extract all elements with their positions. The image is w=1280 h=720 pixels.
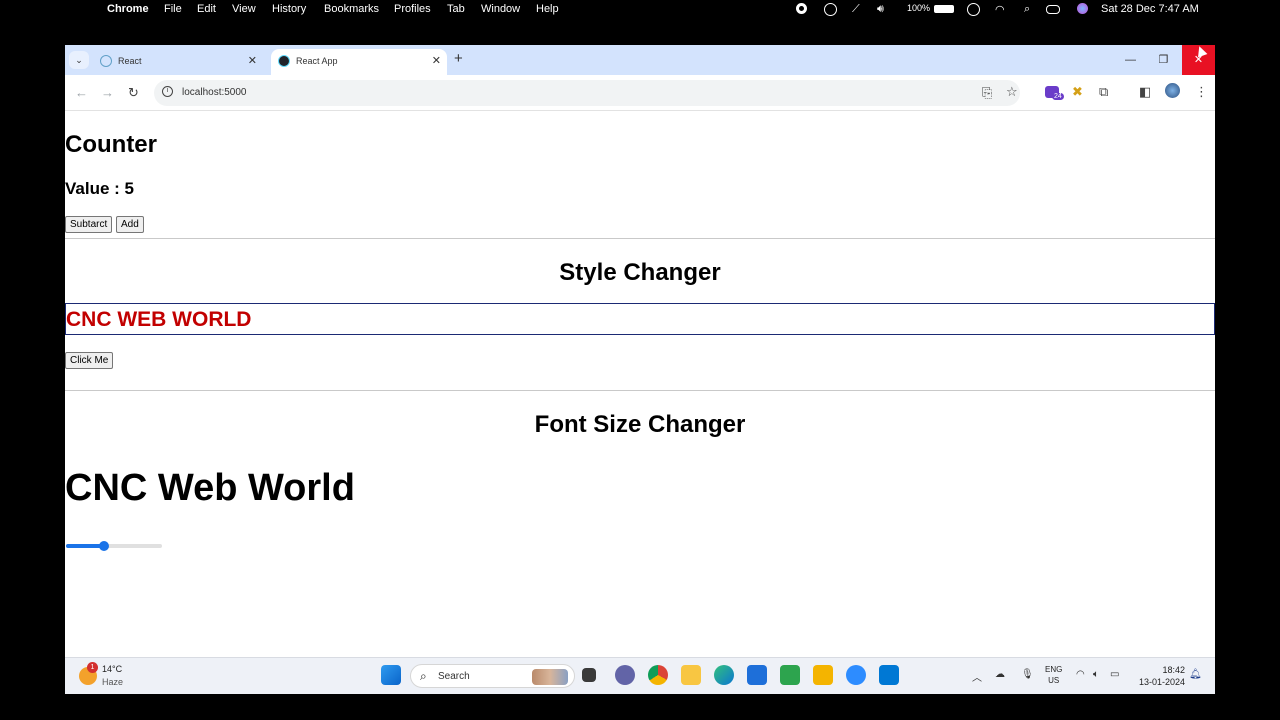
more-menu-icon[interactable]: ⋮ [1195, 84, 1208, 100]
reload-icon[interactable]: ↻ [128, 85, 139, 101]
info-status-icon[interactable] [824, 3, 837, 16]
address-bar[interactable]: i localhost:5000 ⎘ ☆ [154, 80, 1020, 106]
extensions-puzzle-icon[interactable]: ⧉ [1099, 84, 1108, 100]
siri-icon[interactable] [1077, 3, 1088, 14]
browser-toolbar: ← → ↻ i localhost:5000 ⎘ ☆ 24 ✖ ⧉ ◧ ⋮ [65, 75, 1215, 111]
section-divider [65, 238, 1215, 239]
menu-view[interactable]: View [232, 3, 256, 15]
menu-profiles[interactable]: Profiles [394, 3, 431, 15]
weather-badge: 1 [87, 662, 98, 673]
counter-value: Value : 5 [65, 179, 134, 198]
wifi-icon[interactable]: ◠ [995, 3, 1005, 16]
wifi-icon[interactable]: ◠ [1076, 669, 1085, 680]
volume-icon[interactable]: 🔈︎ [1093, 669, 1099, 680]
battery-icon[interactable]: ▭ [1110, 669, 1119, 680]
back-icon[interactable]: ← [75, 85, 88, 100]
extension-badge: 24 [1052, 93, 1064, 100]
store-icon[interactable] [747, 665, 767, 685]
tab-label: React App [296, 56, 338, 66]
bookmark-star-icon[interactable]: ☆ [1006, 84, 1018, 100]
section-divider [65, 390, 1215, 391]
slider-thumb[interactable] [98, 541, 109, 551]
menu-bar-clock[interactable]: Sat 28 Dec 7:47 AM [1101, 3, 1199, 15]
play-icon[interactable] [967, 3, 980, 16]
search-icon: ⌕ [420, 669, 427, 683]
notification-bell-icon[interactable]: 🔔︎ [1189, 669, 1202, 680]
styled-text: CNC WEB WORLD [66, 308, 252, 331]
menu-history[interactable]: History [272, 3, 306, 15]
font-size-sample-text: CNC Web World [65, 467, 355, 509]
close-tab-icon[interactable]: ✕ [432, 54, 441, 67]
restore-icon[interactable]: ❐ [1147, 45, 1180, 75]
subtract-button[interactable]: Subtarct [65, 216, 113, 233]
record-icon[interactable] [796, 3, 807, 14]
file-explorer-icon[interactable] [681, 665, 701, 685]
tab-react[interactable]: React ✕ [93, 49, 263, 75]
new-tab-icon[interactable]: + [454, 50, 463, 67]
tab-react-app[interactable]: React App ✕ [271, 49, 447, 75]
close-tab-icon[interactable]: ✕ [248, 54, 257, 67]
menu-file[interactable]: File [164, 3, 182, 15]
windows-start-icon[interactable] [381, 665, 401, 685]
weather-condition[interactable]: Haze [102, 677, 123, 687]
tab-search-dropdown-icon[interactable]: ⌄ [69, 51, 89, 69]
tab-strip: ⌄ React ✕ React App ✕ + — ❐ ✕ [65, 45, 1215, 75]
taskbar-clock[interactable]: 18:42 13-01-2024 [1137, 664, 1185, 688]
page-content: Counter Value : 5 Subtarct Add Style Cha… [65, 111, 1215, 657]
install-app-icon[interactable]: ⎘ [982, 85, 992, 101]
mac-menu-bar: Chrome File Edit View History Bookmarks … [0, 0, 1280, 20]
show-hidden-icons-icon[interactable]: ︿ [972, 669, 982, 684]
vscode-icon[interactable] [879, 665, 899, 685]
meet-icon[interactable] [780, 665, 800, 685]
site-info-icon[interactable]: i [162, 86, 173, 97]
zoom-icon[interactable] [846, 665, 866, 685]
control-center-icon[interactable] [1046, 5, 1060, 14]
clock-time: 18:42 [1162, 665, 1185, 675]
microphone-icon[interactable]: 🎙︎ [1021, 669, 1034, 680]
style-changer-heading: Style Changer [559, 259, 721, 286]
chat-icon[interactable] [615, 665, 635, 685]
url-text[interactable]: localhost:5000 [182, 87, 247, 98]
menu-window[interactable]: Window [481, 3, 520, 15]
chrome-icon[interactable] [648, 665, 668, 685]
spotlight-search-icon[interactable]: ⌕ [1024, 3, 1030, 16]
profile-avatar[interactable] [1165, 83, 1180, 98]
taskbar-search-box[interactable]: ⌕ Search [410, 664, 575, 688]
menu-help[interactable]: Help [536, 3, 559, 15]
menu-edit[interactable]: Edit [197, 3, 216, 15]
click-me-button[interactable]: Click Me [65, 352, 114, 369]
language-indicator[interactable]: ENG US [1045, 664, 1062, 686]
menu-bookmarks[interactable]: Bookmarks [324, 3, 379, 15]
windows-taskbar: 1 14°C Haze ⌕ Search ︿ ☁ 🎙︎ ENG US ◠ 🔈︎ … [65, 657, 1215, 694]
onedrive-icon[interactable]: ☁ [995, 669, 1005, 680]
font-size-changer-heading: Font Size Changer [534, 411, 746, 438]
react-icon [278, 55, 290, 67]
weather-temperature[interactable]: 14°C [102, 664, 122, 674]
clock-date: 13-01-2024 [1138, 677, 1185, 687]
task-view-icon[interactable] [582, 668, 596, 682]
add-button[interactable]: Add [116, 216, 144, 233]
camera-icon[interactable] [813, 665, 833, 685]
battery-percent: 100% [907, 3, 931, 13]
menu-tab[interactable]: Tab [447, 3, 465, 15]
react-icon [100, 55, 112, 67]
tools-extension-icon[interactable]: ✖ [1072, 84, 1083, 100]
tab-label: React [118, 56, 142, 66]
pen-off-icon[interactable]: ⟋ [852, 3, 860, 16]
font-size-slider[interactable] [66, 541, 162, 551]
styled-text-box: CNC WEB WORLD [65, 303, 1215, 335]
counter-heading: Counter [65, 131, 157, 158]
menu-app-name[interactable]: Chrome [107, 3, 149, 15]
minimize-icon[interactable]: — [1114, 45, 1147, 75]
browser-window: ⌄ React ✕ React App ✕ + — ❐ ✕ ← → ↻ i lo… [65, 45, 1215, 694]
region-code: US [1048, 676, 1060, 685]
battery-icon[interactable] [934, 5, 954, 13]
search-highlight-image [532, 669, 568, 685]
side-panel-icon[interactable]: ◧ [1139, 84, 1151, 100]
edge-icon[interactable] [714, 665, 734, 685]
volume-icon[interactable]: 🔊︎ [877, 3, 884, 16]
language-code: ENG [1045, 665, 1063, 674]
taskbar-search-label: Search [438, 671, 470, 682]
forward-icon[interactable]: → [101, 85, 114, 100]
